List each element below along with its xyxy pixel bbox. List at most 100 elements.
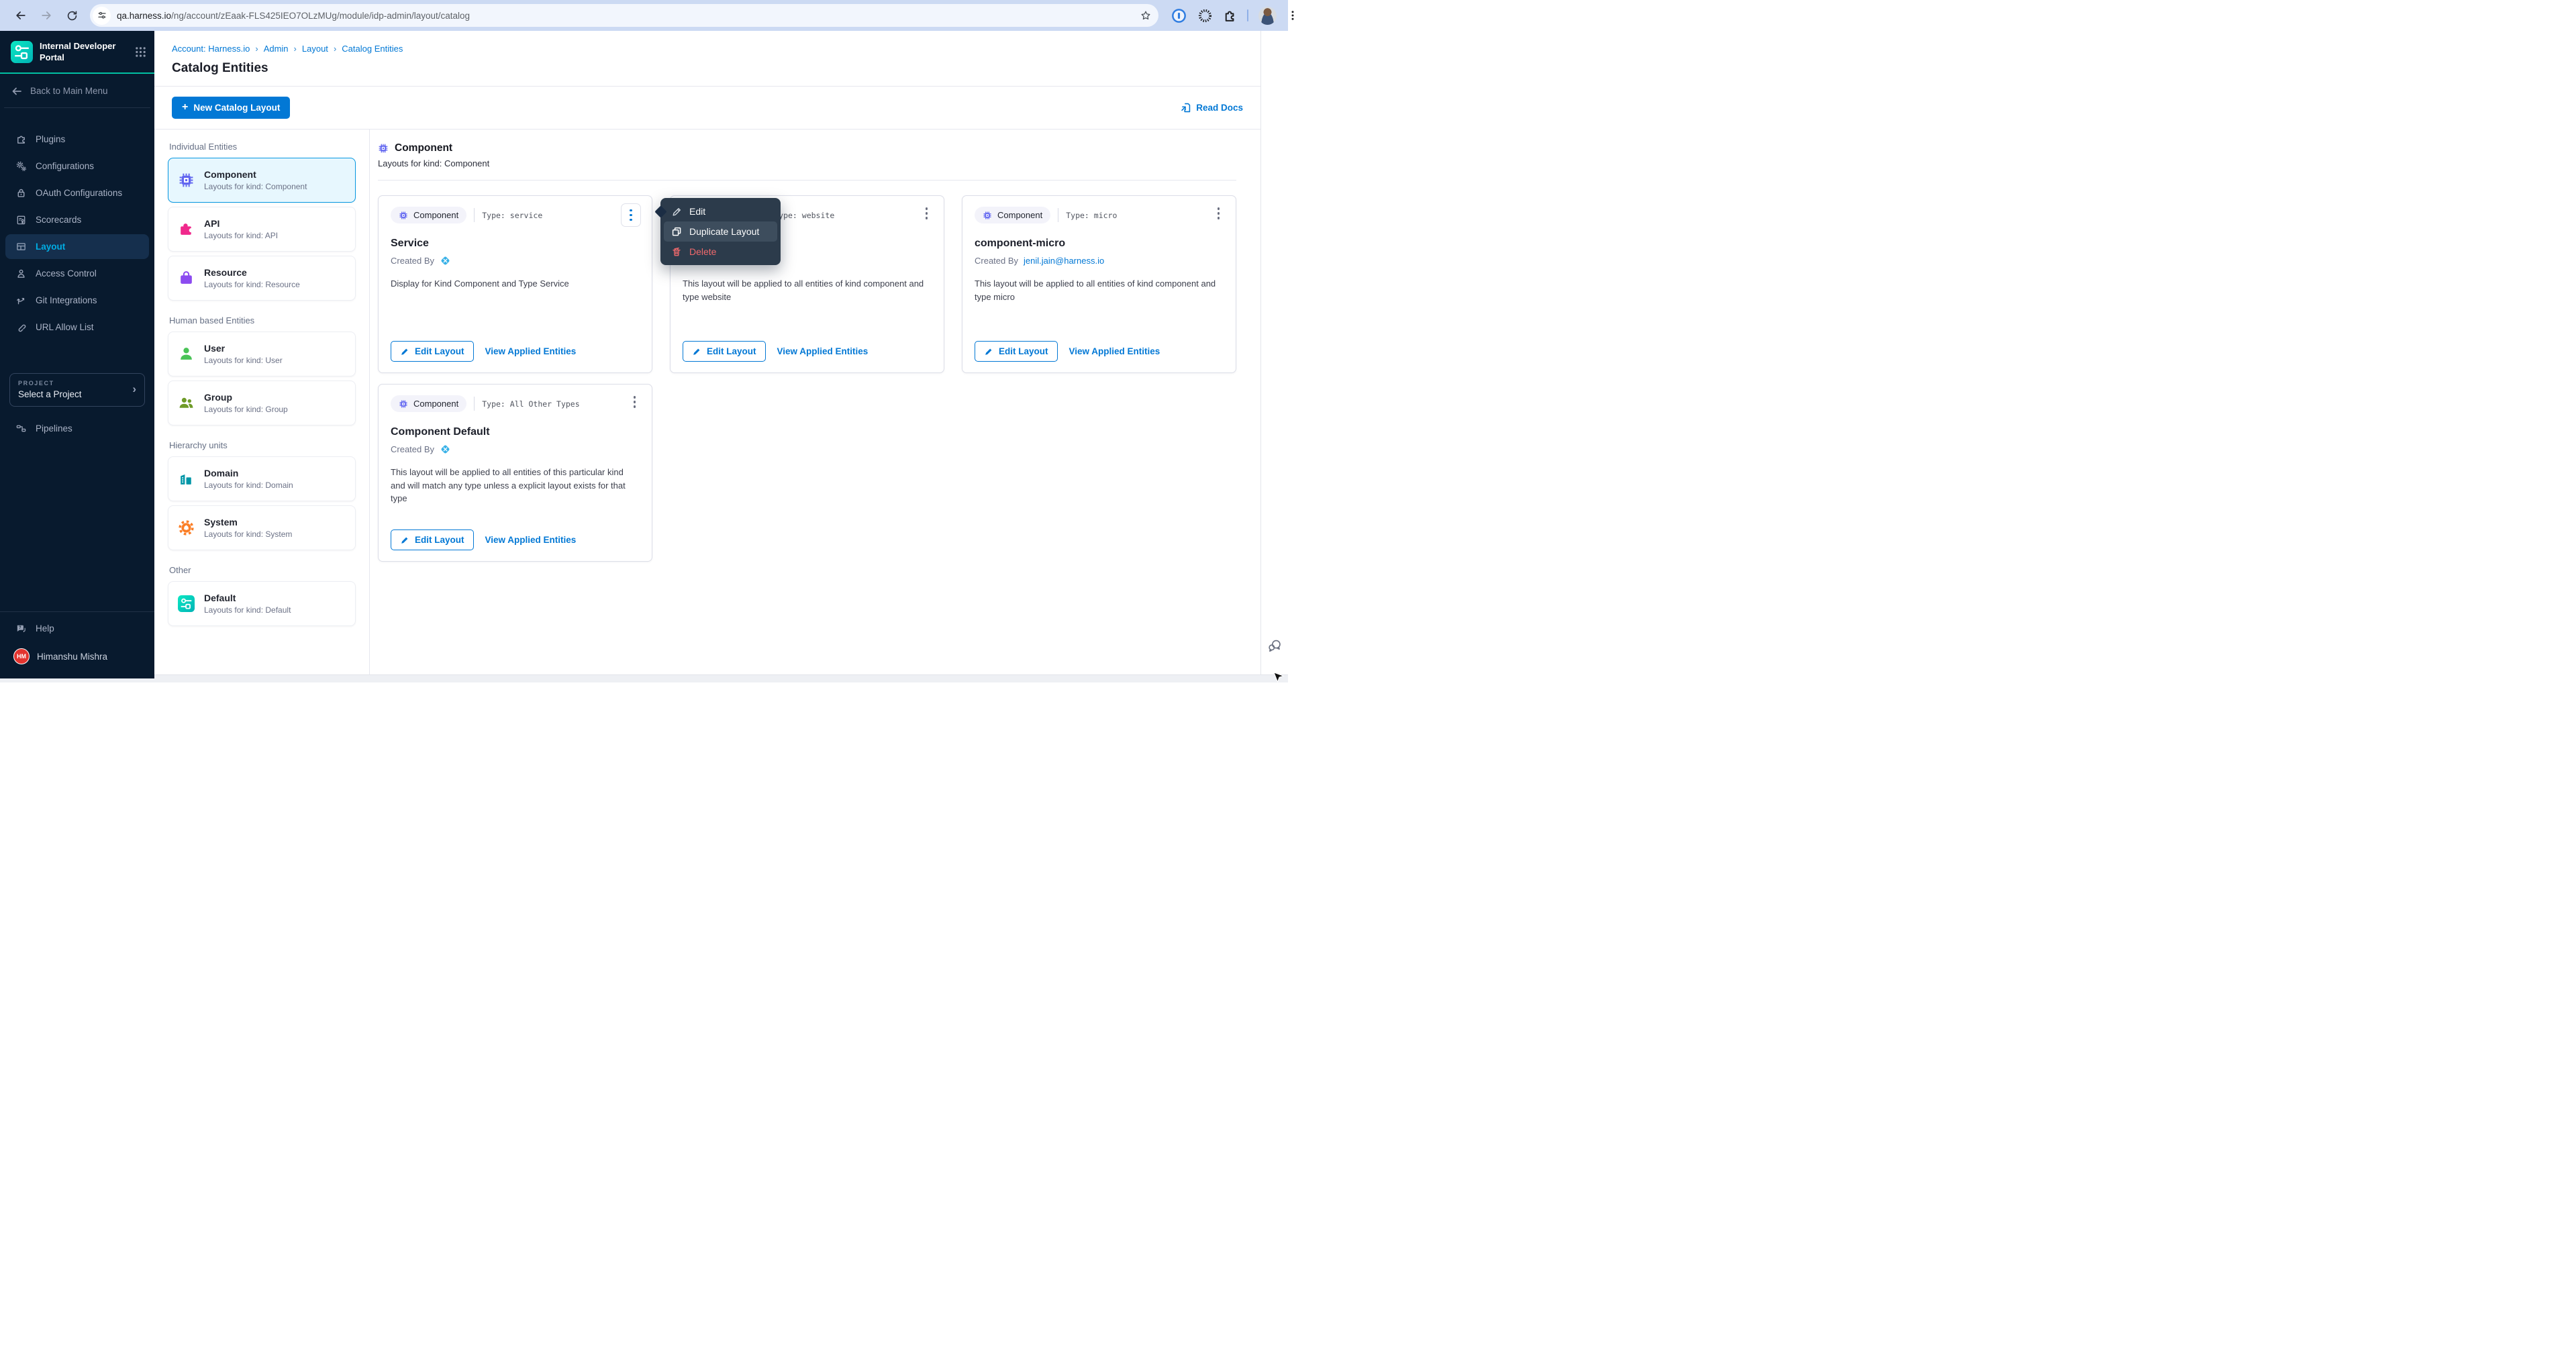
sidebar-item-scorecards[interactable]: Scorecards [5,207,149,232]
browser-forward-button[interactable] [35,4,58,27]
pencil-icon [400,536,409,545]
entity-kind-default[interactable]: Default Layouts for kind: Default [168,581,356,626]
page-header: Account: Harness.io › Admin › Layout › C… [154,31,1260,86]
layout-cards-grid: Component Type: service Service Created … [378,195,1236,562]
kind-header: Component [378,142,1236,154]
card-header: Component Type: All Other Types [391,395,640,412]
pipelines-icon [15,423,27,434]
user-name: Himanshu Mishra [37,652,107,662]
sidebar-item-url-allow-list[interactable]: URL Allow List [5,315,149,340]
sidebar-item-plugins[interactable]: Plugins [5,127,149,152]
browser-menu-icon[interactable] [1287,9,1299,21]
git-branch-icon [15,295,27,306]
view-applied-entities-link[interactable]: View Applied Entities [485,346,577,356]
entity-kind-texts: API Layouts for kind: API [204,218,278,240]
sidebar-nav: Plugins Configurations OAuth Configurati… [0,108,154,340]
site-settings-icon[interactable] [93,7,111,25]
loading-extension-icon[interactable] [1197,8,1213,23]
breadcrumb-account[interactable]: Account: Harness.io [172,44,250,54]
sidebar-item-layout[interactable]: Layout [5,234,149,259]
view-applied-entities-link[interactable]: View Applied Entities [485,535,577,545]
browser-reload-button[interactable] [60,4,83,27]
section-label: Human based Entities [169,315,356,325]
bookmark-star-icon[interactable] [1140,9,1152,21]
sidebar-item-help[interactable]: ? Help [5,616,149,641]
page-title: Catalog Entities [172,61,1243,76]
plus-icon: + [182,101,188,113]
entity-kind-texts: System Layouts for kind: System [204,517,292,539]
entity-kind-resource[interactable]: Resource Layouts for kind: Resource [168,256,356,301]
section-label: Other [169,565,356,575]
kind-divider [378,180,1236,181]
card-footer: Edit Layout View Applied Entities [683,341,932,362]
sidebar-header: Internal Developer Portal [0,31,154,72]
breadcrumb-separator: › [294,44,297,54]
vertical-divider [474,397,475,411]
support-chat-icon[interactable] [1267,638,1283,657]
group-icon [177,395,195,412]
card-menu-button[interactable] [621,203,641,227]
entity-kind-api[interactable]: API Layouts for kind: API [168,207,356,252]
created-by: Created By [391,254,640,266]
sidebar-user[interactable]: HM Himanshu Mishra [5,642,149,670]
context-menu-delete[interactable]: Delete [664,242,777,262]
breadcrumb-catalog-entities[interactable]: Catalog Entities [342,44,403,54]
layout-card-component-micro: Component Type: micro component-micro Cr… [962,195,1236,373]
card-menu-button[interactable] [1213,205,1224,221]
kind-badge: Component [391,207,466,223]
context-menu-duplicate-layout[interactable]: Duplicate Layout [664,221,777,242]
entity-kind-user[interactable]: User Layouts for kind: User [168,332,356,376]
read-docs-link[interactable]: Read Docs [1180,102,1243,113]
edit-layout-button[interactable]: Edit Layout [391,529,474,550]
chip-icon [983,211,992,220]
user-avatar: HM [13,648,30,664]
back-to-main-menu[interactable]: Back to Main Menu [0,74,154,107]
view-applied-entities-link[interactable]: View Applied Entities [777,346,869,356]
url-text: qa.harness.io/ng/account/zEaak-FLS425IEO… [117,11,470,21]
card-menu-button[interactable] [630,394,640,410]
edit-layout-button[interactable]: Edit Layout [975,341,1058,362]
context-menu-edit[interactable]: Edit [664,201,777,221]
breadcrumb-layout[interactable]: Layout [302,44,328,54]
browser-back-button[interactable] [9,4,32,27]
view-applied-entities-link[interactable]: View Applied Entities [1069,346,1160,356]
entity-kind-texts: Domain Layouts for kind: Domain [204,468,293,490]
kind-badge: Component [975,207,1050,223]
project-selector[interactable]: PROJECT Select a Project › [9,373,145,407]
chip-icon [378,143,389,154]
browser-profile-avatar[interactable] [1258,7,1277,25]
building-icon [177,470,195,488]
pencil-icon [984,347,993,356]
onepassword-extension-icon[interactable] [1171,7,1187,24]
sidebar-item-oauth-configurations[interactable]: OAuth Configurations [5,181,149,205]
app-title: Internal Developer Portal [40,41,128,64]
entity-kind-system[interactable]: System Layouts for kind: System [168,505,356,550]
entity-kind-texts: Resource Layouts for kind: Resource [204,267,300,289]
chip-icon [177,172,195,189]
entity-kind-domain[interactable]: Domain Layouts for kind: Domain [168,456,356,501]
link-icon [15,321,27,333]
browser-chrome: qa.harness.io/ng/account/zEaak-FLS425IEO… [0,0,1288,31]
reload-icon [66,9,79,22]
browser-toolbar-right [1171,7,1299,25]
sidebar-item-pipelines[interactable]: Pipelines [5,416,149,441]
card-menu-button[interactable] [922,205,932,221]
entity-kind-group[interactable]: Group Layouts for kind: Group [168,381,356,425]
breadcrumb-separator: › [255,44,258,54]
puzzle-icon [177,221,195,238]
idp-logo-icon [177,595,195,613]
sidebar-item-configurations[interactable]: Configurations [5,154,149,179]
created-by-email-link[interactable]: jenil.jain@harness.io [1024,256,1104,266]
new-catalog-layout-button[interactable]: + New Catalog Layout [172,97,290,119]
module-grid-icon[interactable] [135,46,146,58]
edit-layout-button[interactable]: Edit Layout [391,341,474,362]
edit-layout-button[interactable]: Edit Layout [683,341,766,362]
layout-description: This layout will be applied to all entit… [975,277,1224,303]
extensions-puzzle-icon[interactable] [1223,9,1237,23]
sidebar-item-git-integrations[interactable]: Git Integrations [5,288,149,313]
breadcrumb-admin[interactable]: Admin [264,44,289,54]
entity-kind-component[interactable]: Component Layouts for kind: Component [168,158,356,203]
mouse-cursor [1273,672,1285,682]
address-bar[interactable]: qa.harness.io/ng/account/zEaak-FLS425IEO… [90,4,1158,27]
sidebar-item-access-control[interactable]: Access Control [5,261,149,286]
